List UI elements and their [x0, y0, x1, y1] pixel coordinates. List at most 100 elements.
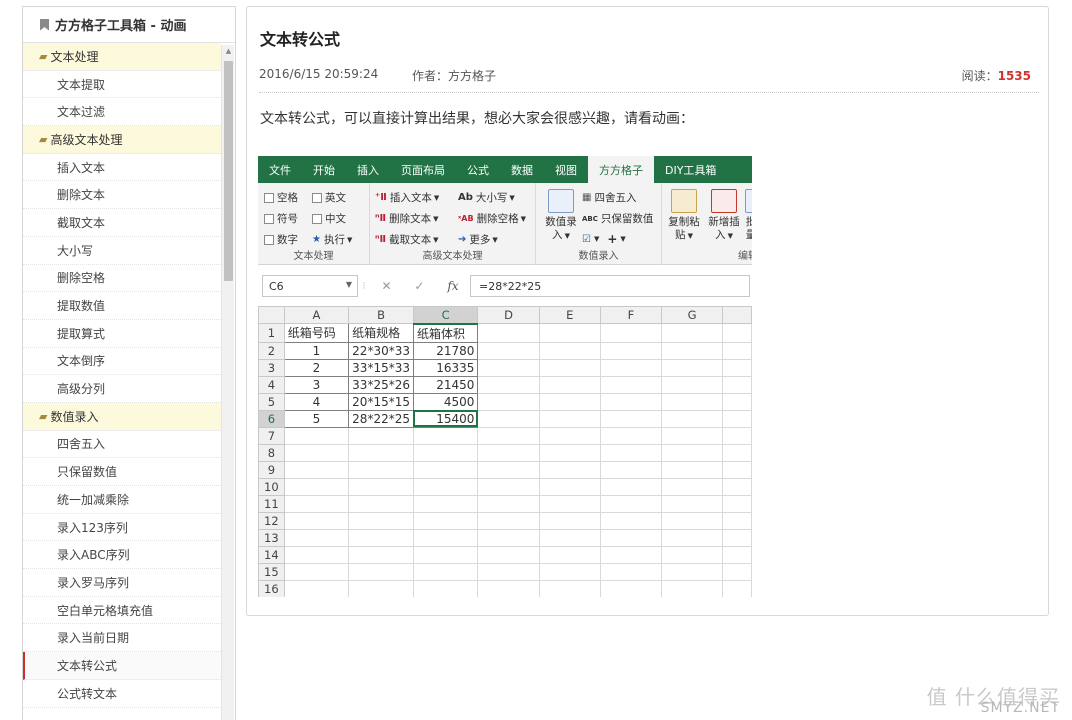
cell[interactable] [599, 511, 662, 530]
cell[interactable] [660, 392, 724, 411]
cell[interactable] [599, 477, 662, 496]
cell[interactable] [412, 477, 479, 496]
confirm-icon[interactable]: ✓ [414, 279, 424, 293]
sidebar-group[interactable]: ▰ 高级文本处理 [23, 126, 221, 154]
opt-symbol[interactable]: 符号 [264, 211, 298, 226]
row-header[interactable]: 5 [258, 392, 285, 411]
cell[interactable] [283, 443, 350, 462]
ribbon-tab[interactable]: 文件 [258, 156, 302, 183]
cell[interactable] [477, 392, 540, 411]
sidebar-item[interactable]: 提取算式 [23, 320, 221, 348]
cell[interactable]: 5 [283, 409, 350, 428]
cell[interactable] [722, 460, 752, 479]
row-header[interactable]: 13 [258, 528, 285, 547]
cell[interactable]: 22*30*33 [348, 341, 414, 360]
cell[interactable] [477, 409, 540, 428]
row-header[interactable]: 14 [258, 545, 285, 564]
sidebar-item[interactable]: 录入123序列 [23, 514, 221, 542]
cell[interactable] [722, 528, 752, 547]
row-header[interactable]: 15 [258, 562, 285, 581]
sidebar-group[interactable]: ▰ 数值录入 [23, 402, 221, 431]
cell[interactable]: 3 [283, 375, 350, 394]
cell[interactable] [599, 579, 662, 597]
column-header[interactable]: D [477, 306, 540, 324]
cell[interactable] [722, 562, 752, 581]
cell[interactable] [722, 426, 752, 445]
cell[interactable] [660, 426, 724, 445]
cell[interactable] [660, 528, 724, 547]
cell[interactable] [477, 579, 540, 597]
cell[interactable] [722, 545, 752, 564]
formula-input[interactable]: =28*22*25 [470, 275, 750, 297]
cell[interactable] [283, 426, 350, 445]
dropdown-arrow-icon[interactable]: ▼ [346, 280, 352, 289]
cell[interactable] [412, 562, 479, 581]
row-header[interactable]: 1 [258, 323, 285, 343]
cell[interactable] [477, 545, 540, 564]
column-header[interactable]: G [660, 306, 724, 324]
cell[interactable] [599, 426, 662, 445]
cell[interactable] [722, 477, 752, 496]
cell[interactable] [660, 579, 724, 597]
cell[interactable] [722, 341, 752, 360]
ribbon-tab[interactable]: 公式 [456, 156, 500, 183]
cell[interactable] [722, 494, 752, 513]
copy-paste-button[interactable]: 复制粘 贴 ▼ [664, 189, 704, 243]
sidebar-item[interactable]: 大小写 [23, 237, 221, 265]
cell[interactable] [283, 477, 350, 496]
cell[interactable]: 纸箱体积 [412, 323, 479, 343]
cell[interactable] [538, 323, 601, 343]
cell[interactable] [599, 545, 662, 564]
sidebar-item[interactable]: 高级分列 [23, 375, 221, 403]
cell[interactable]: 4500 [412, 392, 479, 411]
cell[interactable] [283, 528, 350, 547]
ribbon-tab[interactable]: 开始 [302, 156, 346, 183]
ribbon-tab[interactable]: 页面布局 [390, 156, 456, 183]
cell[interactable] [660, 494, 724, 513]
scroll-thumb[interactable] [224, 61, 233, 281]
cell[interactable] [477, 426, 540, 445]
cell[interactable] [348, 511, 414, 530]
cell[interactable] [538, 460, 601, 479]
cell[interactable] [660, 323, 724, 343]
cell[interactable] [660, 562, 724, 581]
cell[interactable]: 28*22*25 [348, 409, 414, 428]
sidebar-item[interactable]: 录入ABC序列 [23, 541, 221, 570]
cell[interactable] [412, 443, 479, 462]
cell[interactable] [412, 494, 479, 513]
cell[interactable] [722, 323, 752, 343]
cell[interactable] [477, 494, 540, 513]
row-header[interactable]: 10 [258, 477, 285, 496]
name-box[interactable]: C6 ▼ [262, 275, 358, 297]
cell[interactable] [412, 426, 479, 445]
row-header[interactable]: 9 [258, 460, 285, 479]
column-header[interactable] [722, 306, 752, 324]
cell[interactable] [538, 545, 601, 564]
column-header[interactable]: E [538, 306, 601, 324]
cell[interactable] [599, 562, 662, 581]
cell[interactable] [348, 528, 414, 547]
cell[interactable] [348, 545, 414, 564]
column-header[interactable]: A [283, 306, 350, 324]
keep-number-button[interactable]: ABC 只保留数值 [582, 211, 653, 226]
opt-space[interactable]: 空格 [264, 190, 298, 205]
cell[interactable] [477, 375, 540, 394]
cell[interactable] [660, 511, 724, 530]
sidebar-item[interactable]: 文本过滤 [23, 98, 221, 127]
cell[interactable] [538, 528, 601, 547]
cell[interactable] [412, 528, 479, 547]
cancel-icon[interactable]: ✕ [381, 279, 391, 293]
cell[interactable] [412, 460, 479, 479]
cell[interactable] [722, 511, 752, 530]
checkbox-icon[interactable] [312, 213, 322, 224]
sidebar-item[interactable]: 四舍五入 [23, 431, 221, 459]
cell[interactable]: 21780 [412, 341, 479, 360]
function-icon[interactable]: fx [447, 279, 458, 293]
checkbox-icon[interactable] [264, 192, 274, 203]
cell[interactable] [538, 341, 601, 360]
cell[interactable] [660, 358, 724, 377]
cell[interactable] [477, 562, 540, 581]
cell[interactable] [660, 460, 724, 479]
cell[interactable] [412, 511, 479, 530]
cell[interactable] [477, 528, 540, 547]
